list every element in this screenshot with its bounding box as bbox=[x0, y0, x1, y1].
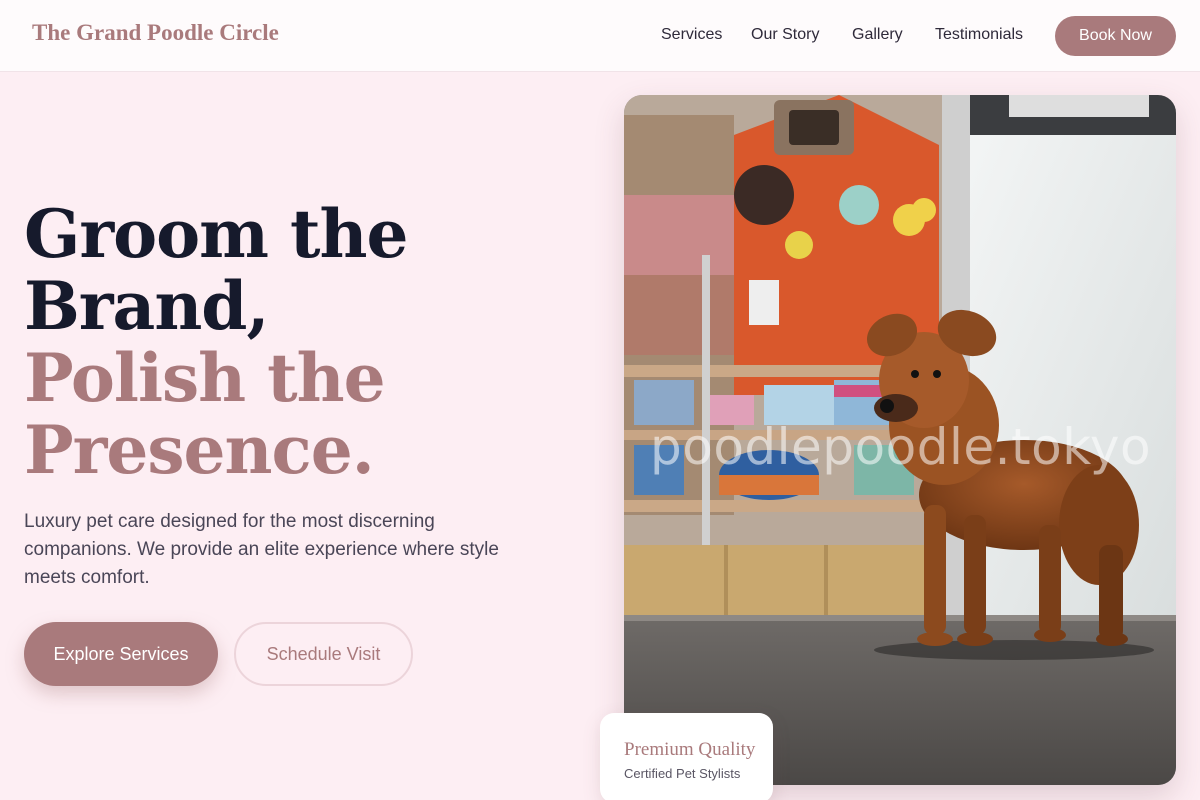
nav-link-gallery[interactable]: Gallery bbox=[852, 26, 903, 44]
brand-logo[interactable]: The Grand Poodle Circle bbox=[32, 20, 279, 46]
nav-link-our-story[interactable]: Our Story bbox=[751, 26, 819, 44]
nav-link-testimonials[interactable]: Testimonials bbox=[935, 26, 1023, 44]
book-now-button[interactable]: Book Now bbox=[1055, 16, 1176, 56]
nav-link-services[interactable]: Services bbox=[661, 26, 722, 44]
headline-line-2: Brand, bbox=[24, 267, 269, 345]
explore-services-button[interactable]: Explore Services bbox=[24, 622, 218, 686]
photo-watermark: poodlepoodle.tokyo bbox=[650, 418, 1152, 476]
headline-line-3: Polish the bbox=[24, 339, 386, 417]
schedule-visit-button[interactable]: Schedule Visit bbox=[234, 622, 413, 686]
headline-line-4: Presence. bbox=[24, 411, 375, 489]
site-header: The Grand Poodle Circle Services Our Sto… bbox=[0, 0, 1200, 72]
badge-subtitle: Certified Pet Stylists bbox=[624, 766, 741, 781]
badge-title: Premium Quality bbox=[624, 739, 756, 760]
hero-subcopy: Luxury pet care designed for the most di… bbox=[24, 511, 499, 588]
headline-line-1: Groom the bbox=[24, 195, 408, 273]
quality-badge: Premium Quality Certified Pet Stylists bbox=[600, 713, 773, 800]
hero-headline: Groom the Brand, Polish the Presence. bbox=[24, 195, 408, 489]
